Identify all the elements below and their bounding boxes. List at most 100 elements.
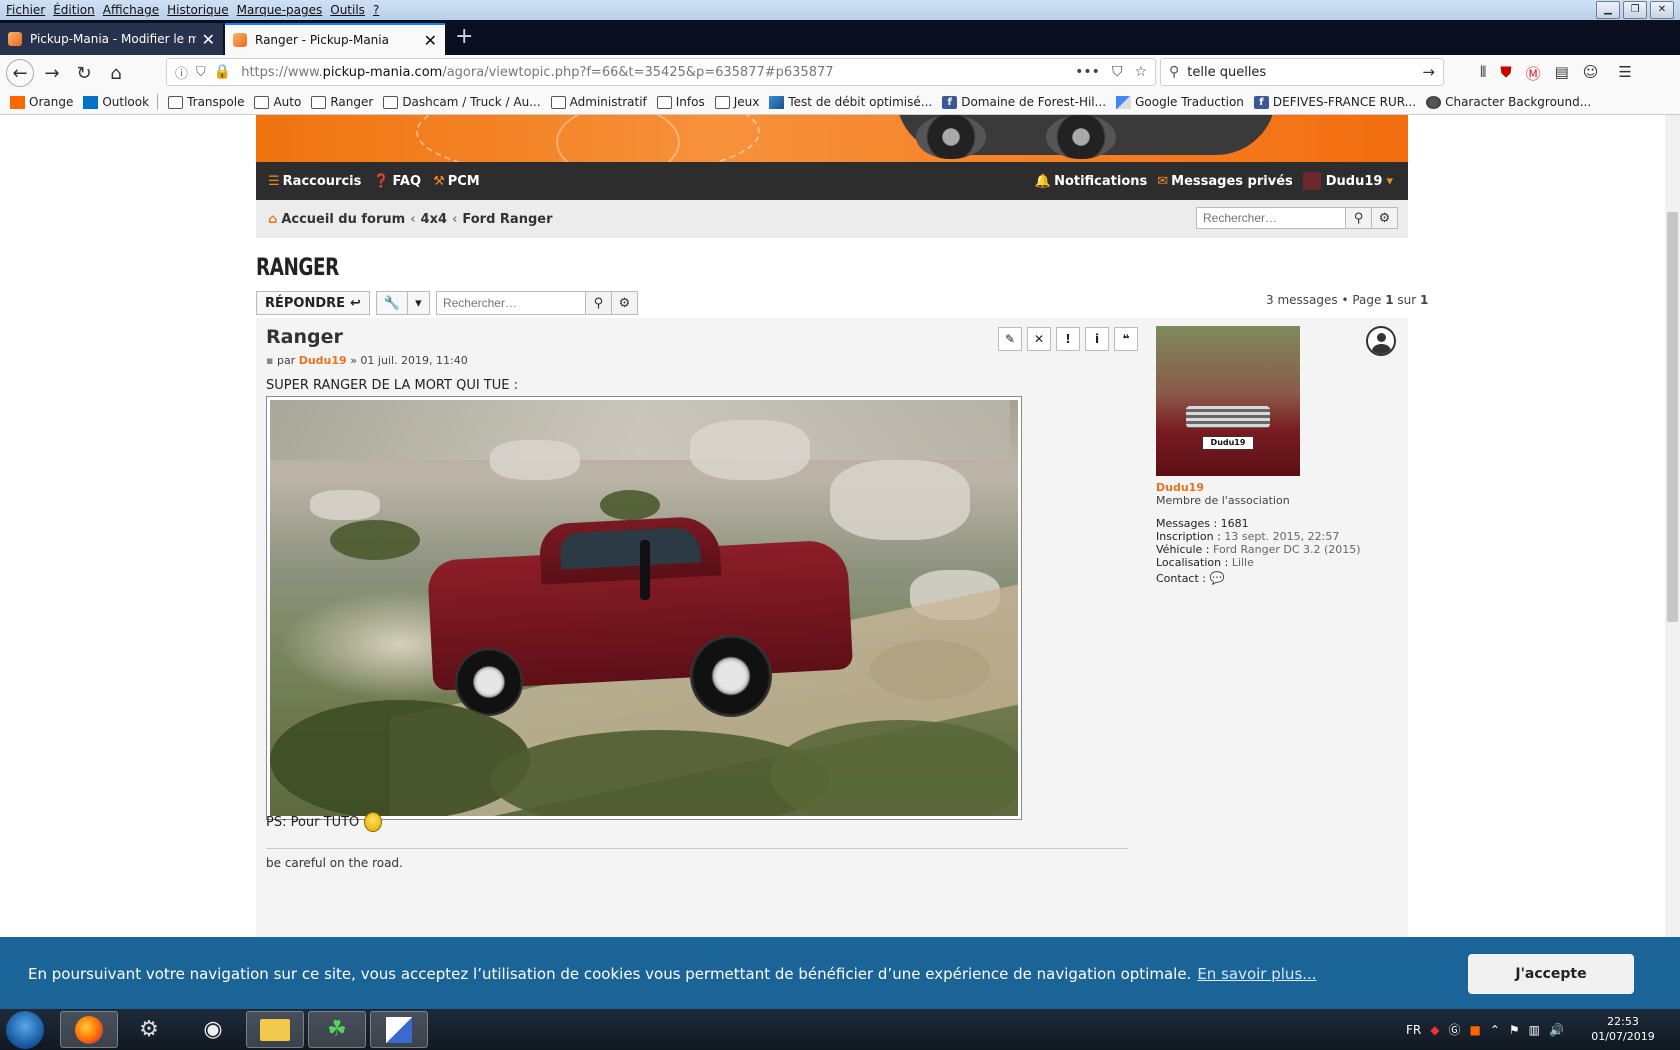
close-tab-icon[interactable]: ✕ xyxy=(424,31,437,50)
forum-search-input[interactable] xyxy=(1196,207,1346,229)
bookmark-defives[interactable]: f DEFIVES-FRANCE RUR... xyxy=(1253,95,1416,109)
bookmark-outlook[interactable]: Outlook xyxy=(83,95,149,109)
tab-ranger-active[interactable]: Ranger - Pickup-Mania ✕ xyxy=(225,23,445,55)
search-bar[interactable]: ⚲ telle quelles → xyxy=(1160,58,1444,86)
nav-shortcuts[interactable]: ☰ Raccourcis xyxy=(268,174,361,189)
tray-antivirus-icon[interactable]: ◆ xyxy=(1430,1023,1439,1037)
topic-search-input[interactable] xyxy=(435,291,586,315)
close-window-button[interactable]: ✕ xyxy=(1650,1,1674,19)
avatar[interactable]: Dudu19 xyxy=(1156,326,1300,476)
bookmark-star-icon[interactable]: ☆ xyxy=(1134,64,1147,80)
reload-button[interactable]: ↻ xyxy=(70,59,98,87)
url-text[interactable]: https://www.pickup-mania.com/agora/viewt… xyxy=(241,65,833,80)
reply-button[interactable]: RÉPONDRE ↩ xyxy=(256,291,370,315)
account-icon[interactable]: ☺ xyxy=(1583,63,1599,84)
library-icon[interactable]: ⫴ xyxy=(1480,63,1486,84)
tray-chevron-icon[interactable]: ⌃ xyxy=(1490,1023,1500,1037)
language-indicator[interactable]: FR xyxy=(1406,1023,1421,1037)
minimize-button[interactable]: ▁ xyxy=(1596,1,1620,19)
scrollbar-thumb[interactable] xyxy=(1667,212,1678,622)
post-file-icon[interactable]: ▪ xyxy=(266,354,273,367)
lock-icon[interactable]: 🔒 xyxy=(214,64,231,80)
taskbar-steam-icon[interactable]: ⚙ xyxy=(120,1011,178,1048)
menu-affichage[interactable]: Affichage xyxy=(103,3,159,17)
menu-outils[interactable]: Outils xyxy=(330,3,365,17)
taskbar-app-icon[interactable]: ◉ xyxy=(184,1011,242,1048)
advanced-search-gear-icon[interactable]: ⚙ xyxy=(1372,207,1398,229)
gmail-icon[interactable]: Ⓜ xyxy=(1526,63,1541,84)
post-title[interactable]: Ranger xyxy=(266,326,343,348)
nav-pcm[interactable]: ⚒ PCM xyxy=(433,174,480,189)
menu-historique[interactable]: Historique xyxy=(167,3,229,17)
learn-more-link[interactable]: En savoir plus... xyxy=(1197,965,1316,983)
topic-tools-caret-icon[interactable]: ▾ xyxy=(407,291,430,315)
menu-marque-pages[interactable]: Marque-pages xyxy=(237,3,323,17)
search-go-icon[interactable]: → xyxy=(1422,63,1435,81)
bookmark-folder-dashcam[interactable]: Dashcam / Truck / Au... xyxy=(383,95,541,109)
taskbar-paint-icon[interactable] xyxy=(370,1011,428,1048)
tray-logitech-icon[interactable]: Ⓖ xyxy=(1448,1021,1460,1038)
menu-edition[interactable]: Édition xyxy=(53,3,95,17)
search-icon[interactable]: ⚲ xyxy=(585,291,612,315)
search-input[interactable]: telle quelles xyxy=(1187,65,1266,80)
nav-notifications[interactable]: 🔔 Notifications xyxy=(1035,174,1147,189)
info-icon[interactable]: ⓘ xyxy=(175,63,188,82)
post-image[interactable] xyxy=(266,396,1022,820)
sidebar-icon[interactable]: ▤ xyxy=(1555,63,1569,84)
bookmark-folder-ranger[interactable]: Ranger xyxy=(311,95,373,109)
menu-fichier[interactable]: Fichier xyxy=(6,3,45,17)
profile-username[interactable]: Dudu19 xyxy=(1156,481,1396,494)
bookmark-folder-auto[interactable]: Auto xyxy=(254,95,301,109)
page-actions-icon[interactable]: ••• xyxy=(1075,64,1100,80)
breadcrumb-ford-ranger[interactable]: Ford Ranger xyxy=(462,212,552,227)
taskbar-clover-icon[interactable]: ☘ xyxy=(308,1011,366,1048)
nav-private-messages[interactable]: ✉ Messages privés xyxy=(1157,174,1293,189)
forward-button[interactable]: → xyxy=(38,59,66,87)
breadcrumb-4x4[interactable]: 4x4 xyxy=(421,212,447,227)
clock[interactable]: 22:53 01/07/2019 xyxy=(1588,1014,1658,1044)
shield-icon[interactable]: ⛉ xyxy=(196,65,206,80)
home-icon[interactable]: ⌂ xyxy=(268,212,277,227)
taskbar-firefox-icon[interactable] xyxy=(60,1011,118,1048)
hamburger-menu-icon[interactable]: ☰ xyxy=(1618,63,1631,84)
nav-faq[interactable]: ❓ FAQ xyxy=(373,174,421,189)
ublock-icon[interactable]: ⛊ xyxy=(1500,63,1511,84)
tray-orange-icon[interactable]: ■ xyxy=(1470,1023,1481,1037)
bookmark-speedtest[interactable]: Test de débit optimisé... xyxy=(769,95,932,109)
accept-cookies-button[interactable]: J'accepte xyxy=(1468,954,1634,994)
user-profile-icon[interactable] xyxy=(1366,326,1396,356)
topic-tools-wrench-icon[interactable]: 🔧 xyxy=(375,291,408,315)
home-icon[interactable]: ⌂ xyxy=(102,59,130,87)
search-icon[interactable]: ⚲ xyxy=(1346,207,1372,229)
edit-pencil-icon[interactable]: ✎ xyxy=(998,327,1022,351)
quote-icon[interactable]: ❝ xyxy=(1114,327,1138,351)
bookmark-forest-hill[interactable]: f Domaine de Forest-Hil... xyxy=(942,95,1106,109)
bookmark-folder-administratif[interactable]: Administratif xyxy=(550,95,647,109)
bookmark-folder-infos[interactable]: Infos xyxy=(656,95,705,109)
report-icon[interactable]: ! xyxy=(1056,327,1080,351)
tab-pickup-mania-edit[interactable]: Pickup-Mania - Modifier le me ✕ xyxy=(0,23,223,55)
bookmark-google-translate[interactable]: Google Traduction xyxy=(1116,95,1244,109)
bookmark-folder-transpole[interactable]: Transpole xyxy=(168,95,244,109)
menu-help[interactable]: ? xyxy=(373,3,379,17)
tray-volume-icon[interactable]: 🔊 xyxy=(1549,1023,1564,1037)
breadcrumb-home[interactable]: Accueil du forum xyxy=(281,212,405,227)
close-tab-icon[interactable]: ✕ xyxy=(202,30,215,49)
start-button[interactable] xyxy=(6,1011,44,1049)
back-button[interactable]: ← xyxy=(6,59,34,87)
pocket-icon[interactable]: ⛉ xyxy=(1112,64,1123,80)
advanced-search-gear-icon[interactable]: ⚙ xyxy=(611,291,638,315)
bookmark-folder-jeux[interactable]: Jeux xyxy=(714,95,759,109)
post-author-link[interactable]: Dudu19 xyxy=(299,354,347,367)
nav-user-menu[interactable]: Dudu19 ▾ xyxy=(1302,172,1396,190)
taskbar-explorer-icon[interactable] xyxy=(246,1011,304,1048)
url-bar[interactable]: ⓘ ⛉ 🔒 https://www.pickup-mania.com/agora… xyxy=(166,58,1156,86)
new-tab-icon[interactable]: + xyxy=(455,24,473,49)
restore-button[interactable]: ❐ xyxy=(1623,1,1647,19)
delete-icon[interactable]: ✕ xyxy=(1027,327,1051,351)
tray-flag-icon[interactable]: ⚑ xyxy=(1509,1023,1520,1037)
tray-network-icon[interactable]: ▥ xyxy=(1529,1023,1540,1037)
bookmark-character[interactable]: Character Background... xyxy=(1426,95,1591,109)
bookmark-orange[interactable]: Orange xyxy=(10,95,73,109)
contact-bubble-icon[interactable]: 💬 xyxy=(1210,571,1225,585)
